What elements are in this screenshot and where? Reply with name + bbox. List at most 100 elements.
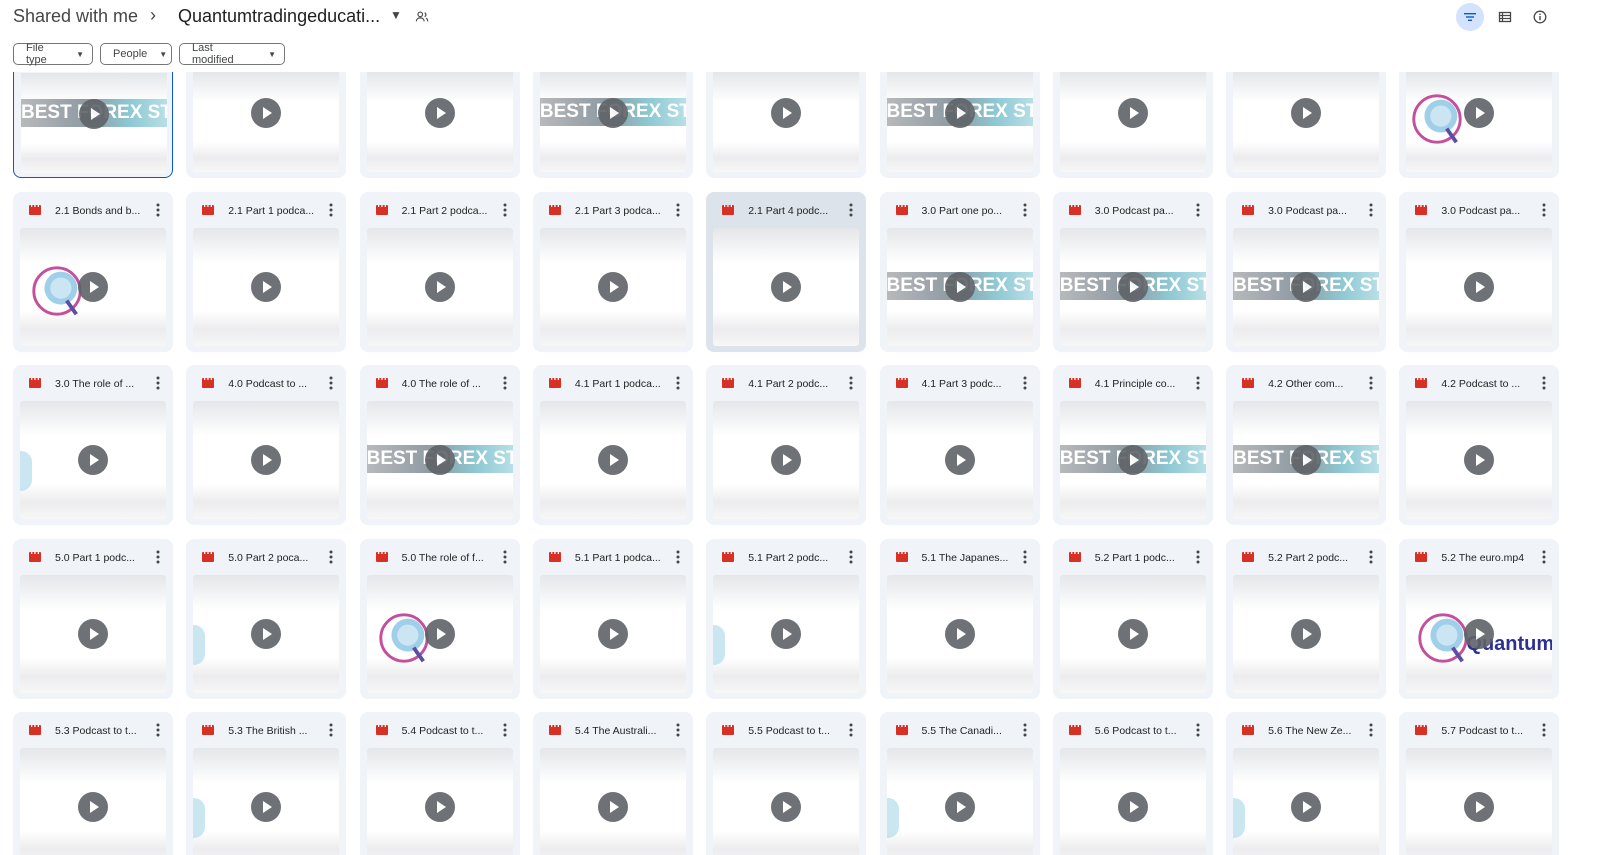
video-thumbnail[interactable]: BEST FOREX STORE xyxy=(1059,401,1206,520)
video-thumbnail[interactable]: BEST FOREX STORE xyxy=(886,228,1033,346)
more-actions-icon[interactable] xyxy=(1023,203,1027,217)
file-card[interactable]: 5.0 Part 1 podc... xyxy=(13,538,173,699)
file-name[interactable]: 5.7 Podcast to t... xyxy=(1441,725,1531,737)
video-thumbnail[interactable]: Quantum xyxy=(1406,574,1553,693)
video-thumbnail[interactable] xyxy=(20,574,166,693)
video-thumbnail[interactable]: BEST FOREX STORE xyxy=(1233,228,1380,346)
play-icon[interactable] xyxy=(78,445,108,476)
play-icon[interactable] xyxy=(597,272,628,302)
more-actions-icon[interactable] xyxy=(503,376,507,390)
video-thumbnail[interactable]: BEST FOREX STORE xyxy=(21,73,167,173)
video-thumbnail[interactable] xyxy=(193,72,340,172)
file-name[interactable]: 4.1 Part 3 podc... xyxy=(922,378,1012,390)
video-thumbnail[interactable] xyxy=(20,401,166,520)
file-name[interactable]: 5.2 Part 2 podc... xyxy=(1268,552,1358,564)
file-card[interactable] xyxy=(1399,72,1560,178)
video-thumbnail[interactable] xyxy=(1406,228,1553,346)
file-name[interactable]: 4.2 Podcast to ... xyxy=(1441,378,1531,390)
file-name[interactable]: 5.6 Podcast to t... xyxy=(1095,725,1185,737)
more-actions-icon[interactable] xyxy=(156,550,160,564)
file-name[interactable]: 3.0 Podcast pa... xyxy=(1095,205,1185,217)
video-thumbnail[interactable]: BEST FOREX STORE xyxy=(886,72,1033,172)
more-actions-icon[interactable] xyxy=(1023,550,1027,564)
play-icon[interactable] xyxy=(1117,445,1148,476)
video-thumbnail[interactable] xyxy=(1059,574,1206,693)
file-name[interactable]: 5.2 Part 1 podc... xyxy=(1095,552,1185,564)
file-card[interactable]: 4.2 Podcast to ... xyxy=(1399,365,1560,526)
more-actions-icon[interactable] xyxy=(1369,723,1373,737)
play-icon[interactable] xyxy=(944,445,975,476)
file-card[interactable]: 5.7 Podcast to t... xyxy=(1399,711,1560,855)
video-thumbnail[interactable] xyxy=(193,401,340,520)
file-card[interactable] xyxy=(1052,72,1213,178)
play-icon[interactable] xyxy=(944,618,975,649)
breadcrumb-current-folder[interactable]: Quantumtradingeducati... xyxy=(178,6,380,27)
video-thumbnail[interactable] xyxy=(366,72,513,172)
file-card[interactable]: 5.1 Part 1 podca... xyxy=(532,538,693,699)
file-card[interactable]: 3.0 Podcast pa... xyxy=(1399,192,1560,352)
file-type-filter[interactable]: File type ▼ xyxy=(13,42,93,66)
more-actions-icon[interactable] xyxy=(1542,550,1546,564)
video-thumbnail[interactable] xyxy=(886,401,1033,520)
file-name[interactable]: 2.1 Bonds and b... xyxy=(55,205,145,217)
file-card[interactable]: 4.2 Other com... BEST FOREX STORE xyxy=(1226,365,1387,526)
file-card[interactable]: 3.0 Podcast pa... BEST FOREX STORE xyxy=(1226,192,1387,352)
play-icon[interactable] xyxy=(251,445,282,476)
more-actions-icon[interactable] xyxy=(676,723,680,737)
video-thumbnail[interactable] xyxy=(713,747,860,855)
play-icon[interactable] xyxy=(424,445,455,476)
play-icon[interactable] xyxy=(1291,98,1322,128)
more-actions-icon[interactable] xyxy=(849,723,853,737)
video-thumbnail[interactable] xyxy=(886,574,1033,693)
file-card[interactable]: 4.1 Principle co... BEST FOREX STORE xyxy=(1052,365,1213,526)
play-icon[interactable] xyxy=(771,98,802,128)
play-icon[interactable] xyxy=(424,618,455,649)
video-thumbnail[interactable] xyxy=(713,401,860,520)
video-thumbnail[interactable] xyxy=(539,574,686,693)
file-card[interactable]: 5.5 Podcast to t... xyxy=(706,711,867,855)
play-icon[interactable] xyxy=(1117,791,1148,822)
more-actions-icon[interactable] xyxy=(503,203,507,217)
file-card[interactable]: 4.1 Part 2 podc... xyxy=(706,365,867,526)
file-card[interactable]: 5.4 Podcast to t... xyxy=(359,711,520,855)
more-actions-icon[interactable] xyxy=(1542,376,1546,390)
file-card[interactable]: 2.1 Part 3 podca... xyxy=(532,192,693,352)
play-icon[interactable] xyxy=(251,98,282,128)
video-thumbnail[interactable] xyxy=(193,574,340,693)
file-card[interactable] xyxy=(186,72,347,178)
file-name[interactable]: 5.4 The Australi... xyxy=(575,725,665,737)
video-thumbnail[interactable]: BEST FOREX STORE xyxy=(1233,401,1380,520)
play-icon[interactable] xyxy=(944,98,975,128)
file-name[interactable]: 4.1 Part 1 podca... xyxy=(575,378,665,390)
video-thumbnail[interactable] xyxy=(713,228,860,346)
file-card[interactable]: 2.1 Part 1 podca... xyxy=(186,192,347,352)
video-thumbnail[interactable] xyxy=(539,747,686,855)
more-actions-icon[interactable] xyxy=(329,723,333,737)
more-actions-icon[interactable] xyxy=(1369,203,1373,217)
video-thumbnail[interactable] xyxy=(1059,72,1206,172)
play-icon[interactable] xyxy=(1464,445,1495,476)
file-name[interactable]: 4.1 Principle co... xyxy=(1095,378,1185,390)
video-thumbnail[interactable] xyxy=(1059,747,1206,855)
play-icon[interactable] xyxy=(1117,272,1148,302)
video-thumbnail[interactable] xyxy=(1406,401,1553,520)
play-icon[interactable] xyxy=(597,445,628,476)
play-icon[interactable] xyxy=(251,791,282,822)
file-card[interactable]: BEST FOREX STORE xyxy=(13,72,173,178)
play-icon[interactable] xyxy=(1117,618,1148,649)
more-actions-icon[interactable] xyxy=(329,376,333,390)
play-icon[interactable] xyxy=(597,791,628,822)
play-icon[interactable] xyxy=(79,99,109,129)
play-icon[interactable] xyxy=(78,791,108,822)
file-name[interactable]: 5.1 The Japanes... xyxy=(922,552,1012,564)
file-card[interactable] xyxy=(1226,72,1387,178)
file-name[interactable]: 4.2 Other com... xyxy=(1268,378,1358,390)
play-icon[interactable] xyxy=(771,272,802,302)
video-thumbnail[interactable] xyxy=(20,747,166,855)
file-card[interactable]: 5.6 The New Ze... xyxy=(1226,711,1387,855)
file-card[interactable]: 2.1 Bonds and b... xyxy=(13,192,173,352)
video-thumbnail[interactable] xyxy=(1233,747,1380,855)
more-actions-icon[interactable] xyxy=(1196,550,1200,564)
file-name[interactable]: 4.0 The role of ... xyxy=(402,378,492,390)
file-name[interactable]: 5.0 The role of f... xyxy=(402,552,492,564)
